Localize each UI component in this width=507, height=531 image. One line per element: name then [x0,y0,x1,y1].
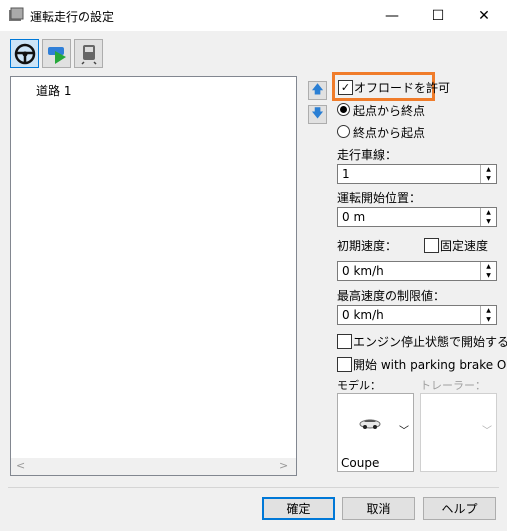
start-to-end-radio[interactable] [337,103,350,116]
parking-brake-label: 開始 with parking brake ON [353,358,507,372]
scroll-left-icon[interactable]: < [16,459,25,472]
radio-selected-dot [340,106,347,113]
lane-spinbox[interactable]: 1 ▲ ▼ [337,164,497,184]
end-to-start-radio[interactable] [337,125,350,138]
move-down-button[interactable]: 🡇 [308,105,327,124]
chevron-down-icon: ﹀ [482,426,492,437]
allow-offroad-label: オフロードを許可 [354,81,451,95]
minimize-button[interactable]: — [369,0,415,31]
arrow-down-icon: 🡇 [311,106,324,120]
move-up-button[interactable]: 🡅 [308,81,327,100]
divider [8,487,499,488]
start-position-spinbox[interactable]: 0 m ▲ ▼ [337,207,497,227]
spin-down-icon[interactable]: ▼ [481,217,496,226]
initial-speed-value: 0 km/h [342,264,384,278]
spin-down-icon[interactable]: ▼ [481,271,496,280]
max-speed-value: 0 km/h [342,308,384,322]
close-button[interactable]: ✕ [461,0,507,31]
ok-button[interactable]: 確定 [262,497,335,520]
engine-stopped-label: エンジン停止状態で開始する [353,335,507,349]
fixed-speed-label: 固定速度 [440,239,489,253]
tree-item-road-1[interactable]: 道路 1 [36,82,71,99]
model-label: モデル： [337,379,381,392]
arrow-up-icon: 🡅 [311,82,324,96]
maximize-button[interactable]: ☐ [415,0,461,31]
end-to-start-label: 終点から起点 [353,126,426,140]
start-position-value: 0 m [342,210,366,224]
scroll-right-icon[interactable]: > [279,459,288,472]
lane-label: 走行車線： [337,148,398,162]
driving-mode-button[interactable] [10,39,39,68]
spin-up-icon[interactable]: ▲ [481,262,496,271]
spin-up-icon[interactable]: ▲ [481,208,496,217]
trailer-label: トレーラー： [420,379,486,392]
run-simulation-button[interactable] [42,39,71,68]
spin-up-icon[interactable]: ▲ [481,306,496,315]
train-mode-button[interactable] [74,39,103,68]
checkbox-box [424,238,439,253]
max-speed-spinbox[interactable]: 0 km/h ▲ ▼ [337,305,497,325]
lane-value: 1 [342,167,350,181]
window-title: 運転走行の設定 [30,10,115,24]
check-icon: ✓ [338,80,353,95]
spin-down-icon[interactable]: ▼ [481,315,496,324]
start-position-label: 運転開始位置： [337,191,422,205]
checkbox-box [337,334,352,349]
start-to-end-label: 起点から終点 [353,104,426,118]
chevron-down-icon[interactable]: ﹀ [399,422,409,437]
coupe-car-icon [358,416,382,433]
initial-speed-label: 初期速度： [337,239,398,253]
max-speed-label: 最高速度の制限値： [337,289,446,303]
road-tree[interactable]: 道路 1 < > [10,76,297,476]
train-icon [80,44,97,65]
checkbox-box [337,357,352,372]
title-bar: 運転走行の設定 — ☐ ✕ [0,0,507,31]
car-play-icon [47,46,66,64]
help-button[interactable]: ヘルプ [423,497,496,520]
horizontal-scrollbar[interactable]: < > [11,458,296,475]
model-selector[interactable]: ﹀ Coupe [337,393,414,472]
app-icon [8,7,24,23]
steering-wheel-icon [14,43,35,64]
spin-up-icon[interactable]: ▲ [481,165,496,174]
spin-down-icon[interactable]: ▼ [481,174,496,183]
model-value: Coupe [341,456,380,470]
initial-speed-spinbox[interactable]: 0 km/h ▲ ▼ [337,261,497,281]
trailer-selector: ﹀ [420,393,497,472]
cancel-button[interactable]: 取消 [342,497,415,520]
